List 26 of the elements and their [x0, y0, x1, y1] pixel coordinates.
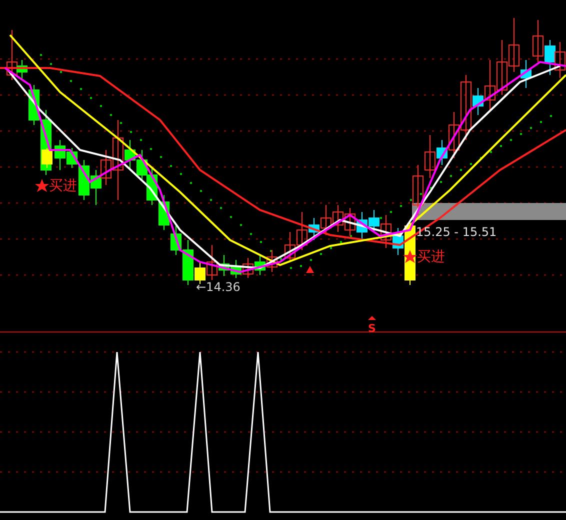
- candlestick: [320, 204, 332, 236]
- price-range-label: 15.25 - 15.51: [416, 225, 497, 239]
- candlestick: [90, 170, 102, 206]
- candlestick: [254, 254, 266, 276]
- signal-label: S: [368, 322, 376, 335]
- candlestick: [554, 42, 566, 78]
- candlestick: [544, 40, 556, 76]
- low-price-label: ←14.36: [196, 280, 240, 294]
- candlestick: [266, 250, 278, 272]
- up-arrow-icon: [368, 316, 376, 320]
- candlestick: [412, 164, 424, 216]
- candlestick: [230, 260, 242, 278]
- candlestick: [344, 208, 356, 236]
- buy-signal-label: 买进: [417, 249, 445, 265]
- star-icon: [35, 179, 49, 192]
- star-icon: [403, 250, 417, 263]
- candlestick: [332, 204, 344, 232]
- triangle-marker: [306, 266, 314, 273]
- candlestick: [242, 258, 254, 278]
- candlestick: [136, 150, 148, 180]
- candlestick: [496, 40, 508, 96]
- buy-signal-label: 买进: [49, 178, 77, 194]
- candlestick: [158, 194, 170, 230]
- candlestick: [284, 232, 296, 262]
- candlestick: [356, 212, 368, 240]
- candlestick: [146, 168, 158, 206]
